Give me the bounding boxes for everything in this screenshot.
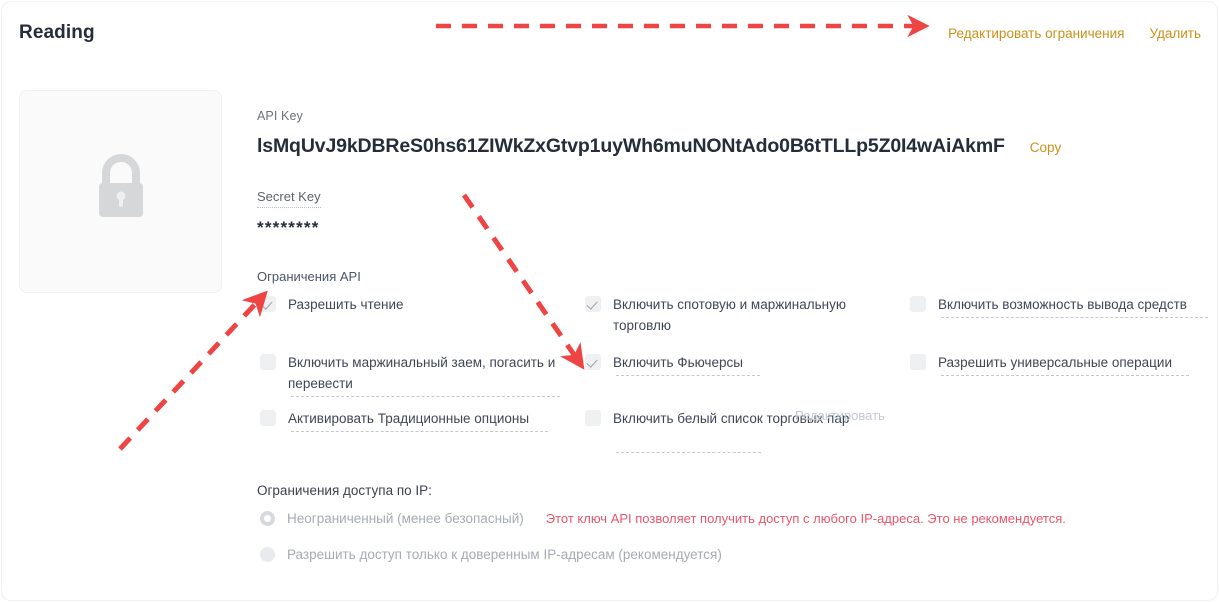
checkbox-icon[interactable] <box>585 410 601 426</box>
permission-underline <box>291 431 548 432</box>
edit-whitelist-link[interactable]: Редактировать <box>795 408 885 423</box>
permission-label: Включить спотовую и маржинальную торговл… <box>613 297 846 333</box>
radio-icon[interactable] <box>260 546 275 562</box>
checkbox-icon[interactable] <box>585 296 601 312</box>
checkbox-icon[interactable] <box>260 354 276 370</box>
permission-spot-margin-trading[interactable]: Включить спотовую и маржинальную торговл… <box>585 294 871 336</box>
checkbox-icon[interactable] <box>910 354 926 370</box>
checkbox-icon[interactable] <box>585 354 601 370</box>
ip-option-label: Неограниченный (менее безопасный) <box>287 510 524 526</box>
lock-icon <box>90 153 152 230</box>
ip-warning-text: Этот ключ API позволяет получить доступ … <box>545 510 1066 526</box>
ip-option-unrestricted[interactable]: Неограниченный (менее безопасный) Этот к… <box>260 508 1066 528</box>
api-key-avatar <box>19 90 222 293</box>
permission-vanilla-options[interactable]: Активировать Традиционные опционы <box>260 408 529 429</box>
permission-allow-reading[interactable]: Разрешить чтение <box>260 294 404 315</box>
secret-key-label: Secret Key <box>257 189 321 208</box>
api-details-pane: API Key lsMqUvJ9kDBReS0hs61ZIWkZxGtvp1uy… <box>257 2 1217 600</box>
secret-key-value: ******** <box>257 218 320 237</box>
permission-underline <box>941 317 1208 318</box>
permission-margin-loan[interactable]: Включить маржинальный заем, погасить и п… <box>260 352 556 394</box>
page-title: Reading <box>19 22 95 43</box>
ip-option-label: Разрешить доступ только к доверенным IP-… <box>287 546 722 562</box>
permission-underline <box>616 452 761 453</box>
permission-label: Включить маржинальный заем, погасить и п… <box>288 355 556 391</box>
permission-label: Включить возможность вывода средств <box>938 297 1187 312</box>
checkbox-icon[interactable] <box>260 410 276 426</box>
permission-underline <box>291 396 560 397</box>
checkbox-icon[interactable] <box>260 296 276 312</box>
api-key-card: Reading Редактировать ограничения Удалит… <box>1 1 1218 601</box>
permission-label: Разрешить универсальные операции <box>938 355 1172 370</box>
permission-enable-futures[interactable]: Включить Фьючерсы <box>585 352 743 373</box>
api-permissions-title: Ограничения API <box>257 269 361 284</box>
permission-universal-transfer[interactable]: Разрешить универсальные операции <box>910 352 1172 373</box>
checkbox-icon[interactable] <box>910 296 926 312</box>
radio-icon[interactable] <box>260 510 275 526</box>
api-key-label: API Key <box>257 109 303 123</box>
permission-underline <box>616 375 760 376</box>
permission-label: Разрешить чтение <box>288 297 404 312</box>
permission-label: Включить Фьючерсы <box>613 355 743 370</box>
permission-label: Активировать Традиционные опционы <box>288 411 530 426</box>
permission-enable-withdrawals[interactable]: Включить возможность вывода средств <box>910 294 1187 315</box>
permission-underline <box>941 375 1189 376</box>
copy-button[interactable]: Copy <box>1030 140 1062 155</box>
ip-restrictions-title: Ограничения доступа по IP: <box>257 483 432 498</box>
api-key-value: lsMqUvJ9kDBReS0hs61ZIWkZxGtvp1uyWh6muNON… <box>257 135 1005 157</box>
api-key-row: lsMqUvJ9kDBReS0hs61ZIWkZxGtvp1uyWh6muNON… <box>257 135 1061 158</box>
ip-option-trusted[interactable]: Разрешить доступ только к доверенным IP-… <box>260 544 722 564</box>
